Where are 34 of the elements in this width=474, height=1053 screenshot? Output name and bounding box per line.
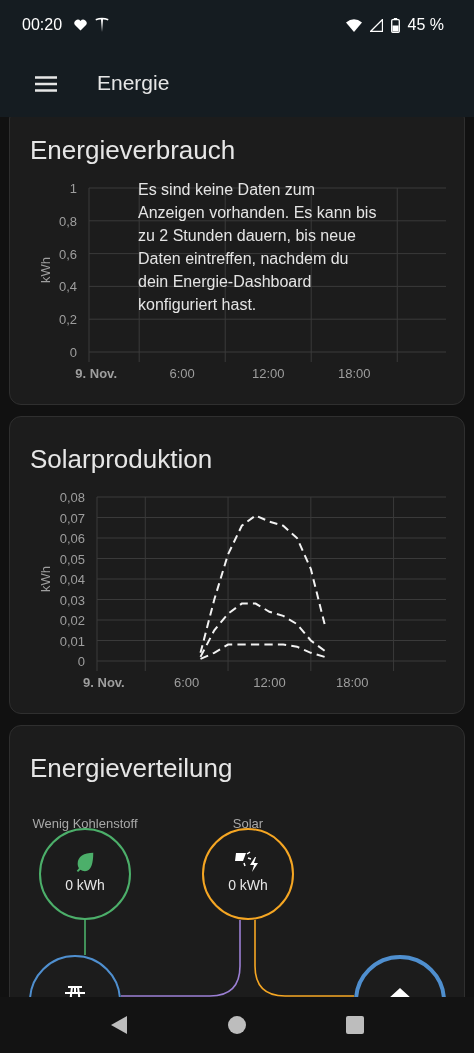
battery-percent: 45 % [407, 16, 444, 34]
y-tick-label: 0,04 [59, 572, 85, 587]
status-time: 00:20 [22, 16, 63, 34]
y-axis-label: kWh [38, 257, 53, 283]
y-tick-label: 0,05 [59, 551, 85, 567]
x-tick-label: 9. Nov. [83, 675, 125, 690]
x-tick-label: 12:00 [251, 366, 285, 381]
y-tick-label: 0,6 [58, 246, 77, 262]
card-title: Energieverteilung [30, 752, 234, 784]
y-tick-label: 0,8 [58, 213, 77, 229]
card-title: Energieverbrauch [30, 134, 237, 166]
node-value: 0 kWh [65, 877, 105, 893]
y-tick-label: 0,06 [59, 531, 85, 546]
y-tick-label: 0,2 [58, 312, 77, 328]
x-tick-label: 12:00 [253, 675, 286, 690]
y-tick-label: 0,08 [59, 490, 85, 505]
x-tick-label: 6:00 [169, 366, 195, 381]
y-tick-label: 0,01 [59, 633, 85, 649]
y-tick-label: 0,03 [59, 592, 85, 608]
card-title: Solarproduktion [30, 443, 214, 475]
y-tick-label: 0,02 [59, 613, 85, 628]
y-tick-label: 0,4 [58, 279, 77, 295]
y-tick-label: 1 [69, 181, 77, 196]
y-axis-label: kWh [38, 566, 53, 592]
y-tick-label: 0 [77, 654, 85, 669]
x-tick-label: 18:00 [335, 675, 369, 690]
y-tick-label: 0,07 [59, 510, 85, 526]
x-tick-label: 18:00 [337, 366, 371, 381]
app-title: Energie [97, 70, 170, 95]
node-value: 0 kWh [228, 877, 268, 893]
y-tick-label: 0 [69, 345, 77, 360]
x-tick-label: 9. Nov. [75, 366, 117, 381]
no-data-message: Es sind keine Daten zum Anzeigen vorhanden. Es kann bis zu 2 Stunden dauern, bis neue Daten eintreffen, nachdem du dein Energie-Dashboard konfiguriert hast. [138, 180, 378, 315]
x-tick-label: 6:00 [174, 675, 200, 690]
